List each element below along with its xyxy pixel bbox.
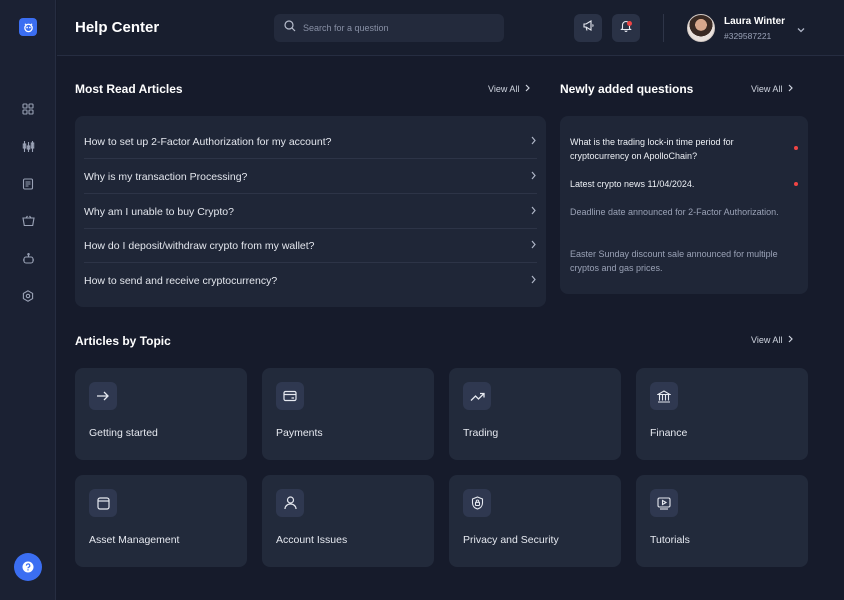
unread-dot [794,146,798,150]
unread-dot [794,182,798,186]
arrow-right-icon [89,382,117,410]
article-row[interactable]: How do I deposit/withdraw crypto from my… [84,229,537,263]
article-title: Why is my transaction Processing? [84,170,248,183]
question-item[interactable]: Latest crypto news 11/04/2024. [570,177,790,191]
topic-label: Privacy and Security [463,534,559,546]
topic-card-finance[interactable]: Finance [636,368,808,460]
user-name: Laura Winter [724,16,786,27]
article-row[interactable]: Why is my transaction Processing? [84,160,537,194]
candlestick-chart-icon[interactable] [18,136,38,156]
topic-card-payments[interactable]: Payments [262,368,434,460]
article-row[interactable]: How to set up 2-Factor Authorization for… [84,125,537,159]
topics-view-all[interactable]: View All [751,335,794,345]
topic-card-asset-management[interactable]: Asset Management [75,475,247,567]
search-bar[interactable] [274,14,504,42]
shield-lock-icon [463,489,491,517]
article-title: How to set up 2-Factor Authorization for… [84,135,332,148]
topics-title: Articles by Topic [75,334,171,348]
question-item[interactable]: Deadline date announced for 2-Factor Aut… [570,205,790,219]
notifications-button[interactable] [612,14,640,42]
topic-card-trading[interactable]: Trading [449,368,621,460]
chevron-right-icon [530,136,537,148]
chevron-right-icon [530,240,537,252]
user-icon [276,489,304,517]
trend-up-icon [463,382,491,410]
topic-label: Finance [650,427,688,439]
question-item[interactable]: What is the trading lock-in time period … [570,135,790,163]
topic-label: Payments [276,427,323,439]
search-icon [284,19,296,37]
topic-label: Getting started [89,427,158,439]
topic-label: Account Issues [276,534,348,546]
topic-label: Trading [463,427,499,439]
article-title: Why am I unable to buy Crypto? [84,205,234,218]
most-read-view-all[interactable]: View All [488,84,531,94]
dashboard-grid-icon[interactable] [18,99,38,119]
chevron-right-icon [787,335,794,345]
chevron-right-icon [530,171,537,183]
video-icon [650,489,678,517]
chevron-right-icon [530,275,537,287]
avatar[interactable] [687,14,715,42]
topic-card-account-issues[interactable]: Account Issues [262,475,434,567]
topic-card-tutorials[interactable]: Tutorials [636,475,808,567]
article-row[interactable]: How to send and receive cryptocurrency? [84,264,537,298]
top-header: Help Center Laura Winter #329587221 [57,0,844,56]
bank-icon [650,382,678,410]
newly-added-title: Newly added questions [560,82,694,96]
newly-added-panel: What is the trading lock-in time period … [560,116,808,294]
topic-label: Asset Management [89,534,180,546]
article-title: How to send and receive cryptocurrency? [84,275,278,287]
page-title: Help Center [75,19,160,36]
chevron-right-icon [524,84,531,94]
view-all-label: View All [488,84,520,94]
megaphone-icon [582,19,595,37]
chevron-down-icon[interactable] [796,22,806,40]
most-read-panel: How to set up 2-Factor Authorization for… [75,116,546,307]
sidebar [0,0,56,600]
chevron-right-icon [530,206,537,218]
card-icon [276,382,304,410]
robot-icon[interactable] [18,249,38,269]
most-read-title: Most Read Articles [75,82,183,96]
user-id: #329587221 [724,31,772,41]
chevron-right-icon [787,84,794,94]
article-title: How do I deposit/withdraw crypto from my… [84,239,315,252]
question-item[interactable]: Easter Sunday discount sale announced fo… [570,247,790,275]
notification-badge [627,21,632,26]
view-all-label: View All [751,84,783,94]
document-icon[interactable] [18,174,38,194]
window-icon [89,489,117,517]
app-logo-icon[interactable] [19,18,37,36]
view-all-label: View All [751,335,783,345]
announcements-button[interactable] [574,14,602,42]
newly-added-view-all[interactable]: View All [751,84,794,94]
topic-card-getting-started[interactable]: Getting started [75,368,247,460]
settings-hexagon-icon[interactable] [18,286,38,306]
help-button[interactable] [14,553,42,581]
header-divider [663,14,664,42]
topic-label: Tutorials [650,534,690,546]
search-input[interactable] [303,23,493,33]
topic-card-privacy-security[interactable]: Privacy and Security [449,475,621,567]
basket-icon[interactable] [18,211,38,231]
article-row[interactable]: Why am I unable to buy Crypto? [84,195,537,229]
